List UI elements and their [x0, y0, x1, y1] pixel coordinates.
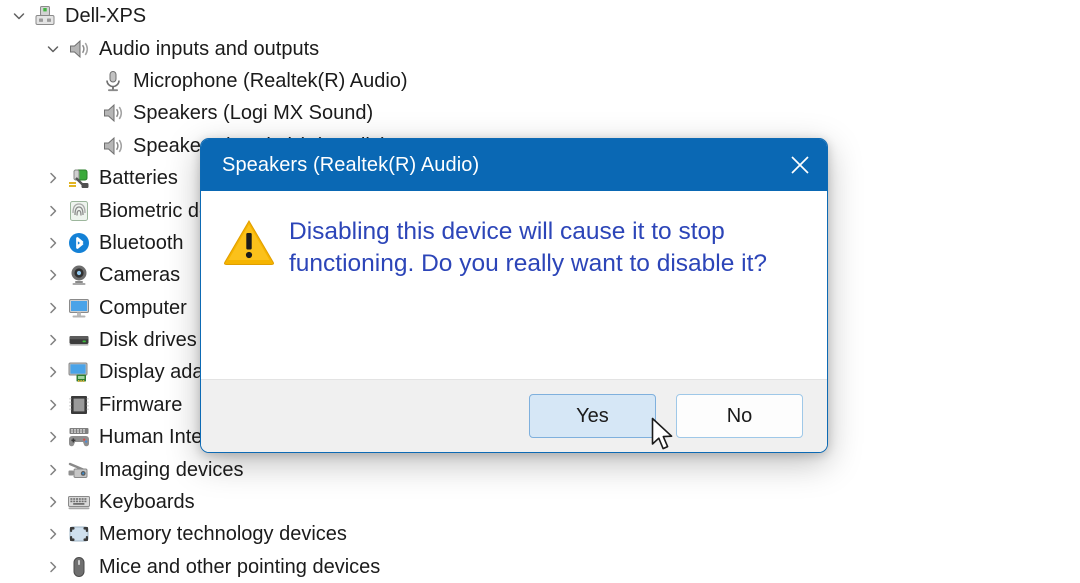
tree-item-label: Computer	[99, 296, 187, 319]
dialog-titlebar: Speakers (Realtek(R) Audio)	[201, 139, 827, 191]
speaker-icon	[66, 36, 92, 62]
tree-item[interactable]: Audio inputs and outputs	[0, 32, 1080, 64]
speaker-icon	[100, 100, 126, 126]
tree-item-label: Microphone (Realtek(R) Audio)	[133, 69, 408, 92]
tree-item-label: Speakers (Logi MX Sound)	[133, 102, 374, 125]
tree-item[interactable]: Imaging devices	[0, 453, 1080, 485]
chevron-right-icon[interactable]	[40, 171, 66, 185]
tree-item[interactable]: Memory technology devices	[0, 518, 1080, 550]
dialog-body: Disabling this device will cause it to s…	[201, 191, 827, 379]
chevron-right-icon[interactable]	[40, 268, 66, 282]
disable-device-dialog: Speakers (Realtek(R) Audio) Disabling th…	[200, 138, 828, 453]
memory-card-icon	[66, 521, 92, 547]
tree-item-label: Cameras	[99, 264, 181, 287]
tree-item-label: Bluetooth	[99, 231, 184, 254]
dialog-message: Disabling this device will cause it to s…	[289, 218, 768, 278]
chevron-right-icon[interactable]	[40, 560, 66, 574]
disk-drive-icon	[66, 327, 92, 353]
chevron-right-icon[interactable]	[40, 204, 66, 218]
chevron-right-icon[interactable]	[40, 236, 66, 250]
chevron-right-icon[interactable]	[40, 301, 66, 315]
yes-button[interactable]: Yes	[529, 394, 656, 438]
dialog-footer: Yes No	[201, 379, 827, 452]
bluetooth-icon	[66, 230, 92, 256]
monitor-icon	[66, 295, 92, 321]
chevron-down-icon[interactable]	[6, 9, 32, 23]
tree-item[interactable]: Dell-XPS	[0, 0, 1080, 32]
chevron-right-icon[interactable]	[40, 398, 66, 412]
battery-icon	[66, 165, 92, 191]
tree-item-label: Imaging devices	[99, 458, 244, 481]
tree-item[interactable]: Keyboards	[0, 486, 1080, 518]
chevron-right-icon[interactable]	[40, 333, 66, 347]
tree-item-label: Keyboards	[99, 491, 195, 514]
keyboard-icon	[66, 489, 92, 515]
chevron-right-icon[interactable]	[40, 463, 66, 477]
warning-triangle-icon	[223, 215, 279, 379]
mouse-icon	[66, 554, 92, 580]
tree-item-label: Mice and other pointing devices	[99, 555, 381, 578]
fingerprint-icon	[66, 198, 92, 224]
display-adapter-icon	[66, 359, 92, 385]
speaker-icon	[100, 133, 126, 159]
tree-item-label: Memory technology devices	[99, 523, 347, 546]
tree-item-label: Batteries	[99, 167, 178, 190]
computer-node-icon	[32, 3, 58, 29]
close-icon[interactable]	[773, 139, 827, 191]
chevron-right-icon[interactable]	[40, 430, 66, 444]
no-button[interactable]: No	[676, 394, 803, 438]
tree-item[interactable]: Microphone (Realtek(R) Audio)	[0, 65, 1080, 97]
firmware-chip-icon	[66, 392, 92, 418]
chevron-right-icon[interactable]	[40, 365, 66, 379]
dialog-title: Speakers (Realtek(R) Audio)	[222, 153, 480, 176]
camera-icon	[66, 262, 92, 288]
tree-item[interactable]: Mice and other pointing devices	[0, 551, 1080, 583]
tree-item-label: Disk drives	[99, 329, 197, 352]
scanner-icon	[66, 457, 92, 483]
hid-gamepad-icon	[66, 424, 92, 450]
chevron-right-icon[interactable]	[40, 495, 66, 509]
microphone-icon	[100, 68, 126, 94]
tree-item-label: Audio inputs and outputs	[99, 37, 320, 60]
tree-item[interactable]: Speakers (Logi MX Sound)	[0, 97, 1080, 129]
tree-item-label: Dell-XPS	[65, 5, 147, 28]
chevron-right-icon[interactable]	[40, 527, 66, 541]
chevron-down-icon[interactable]	[40, 42, 66, 56]
tree-item-label: Firmware	[99, 393, 183, 416]
